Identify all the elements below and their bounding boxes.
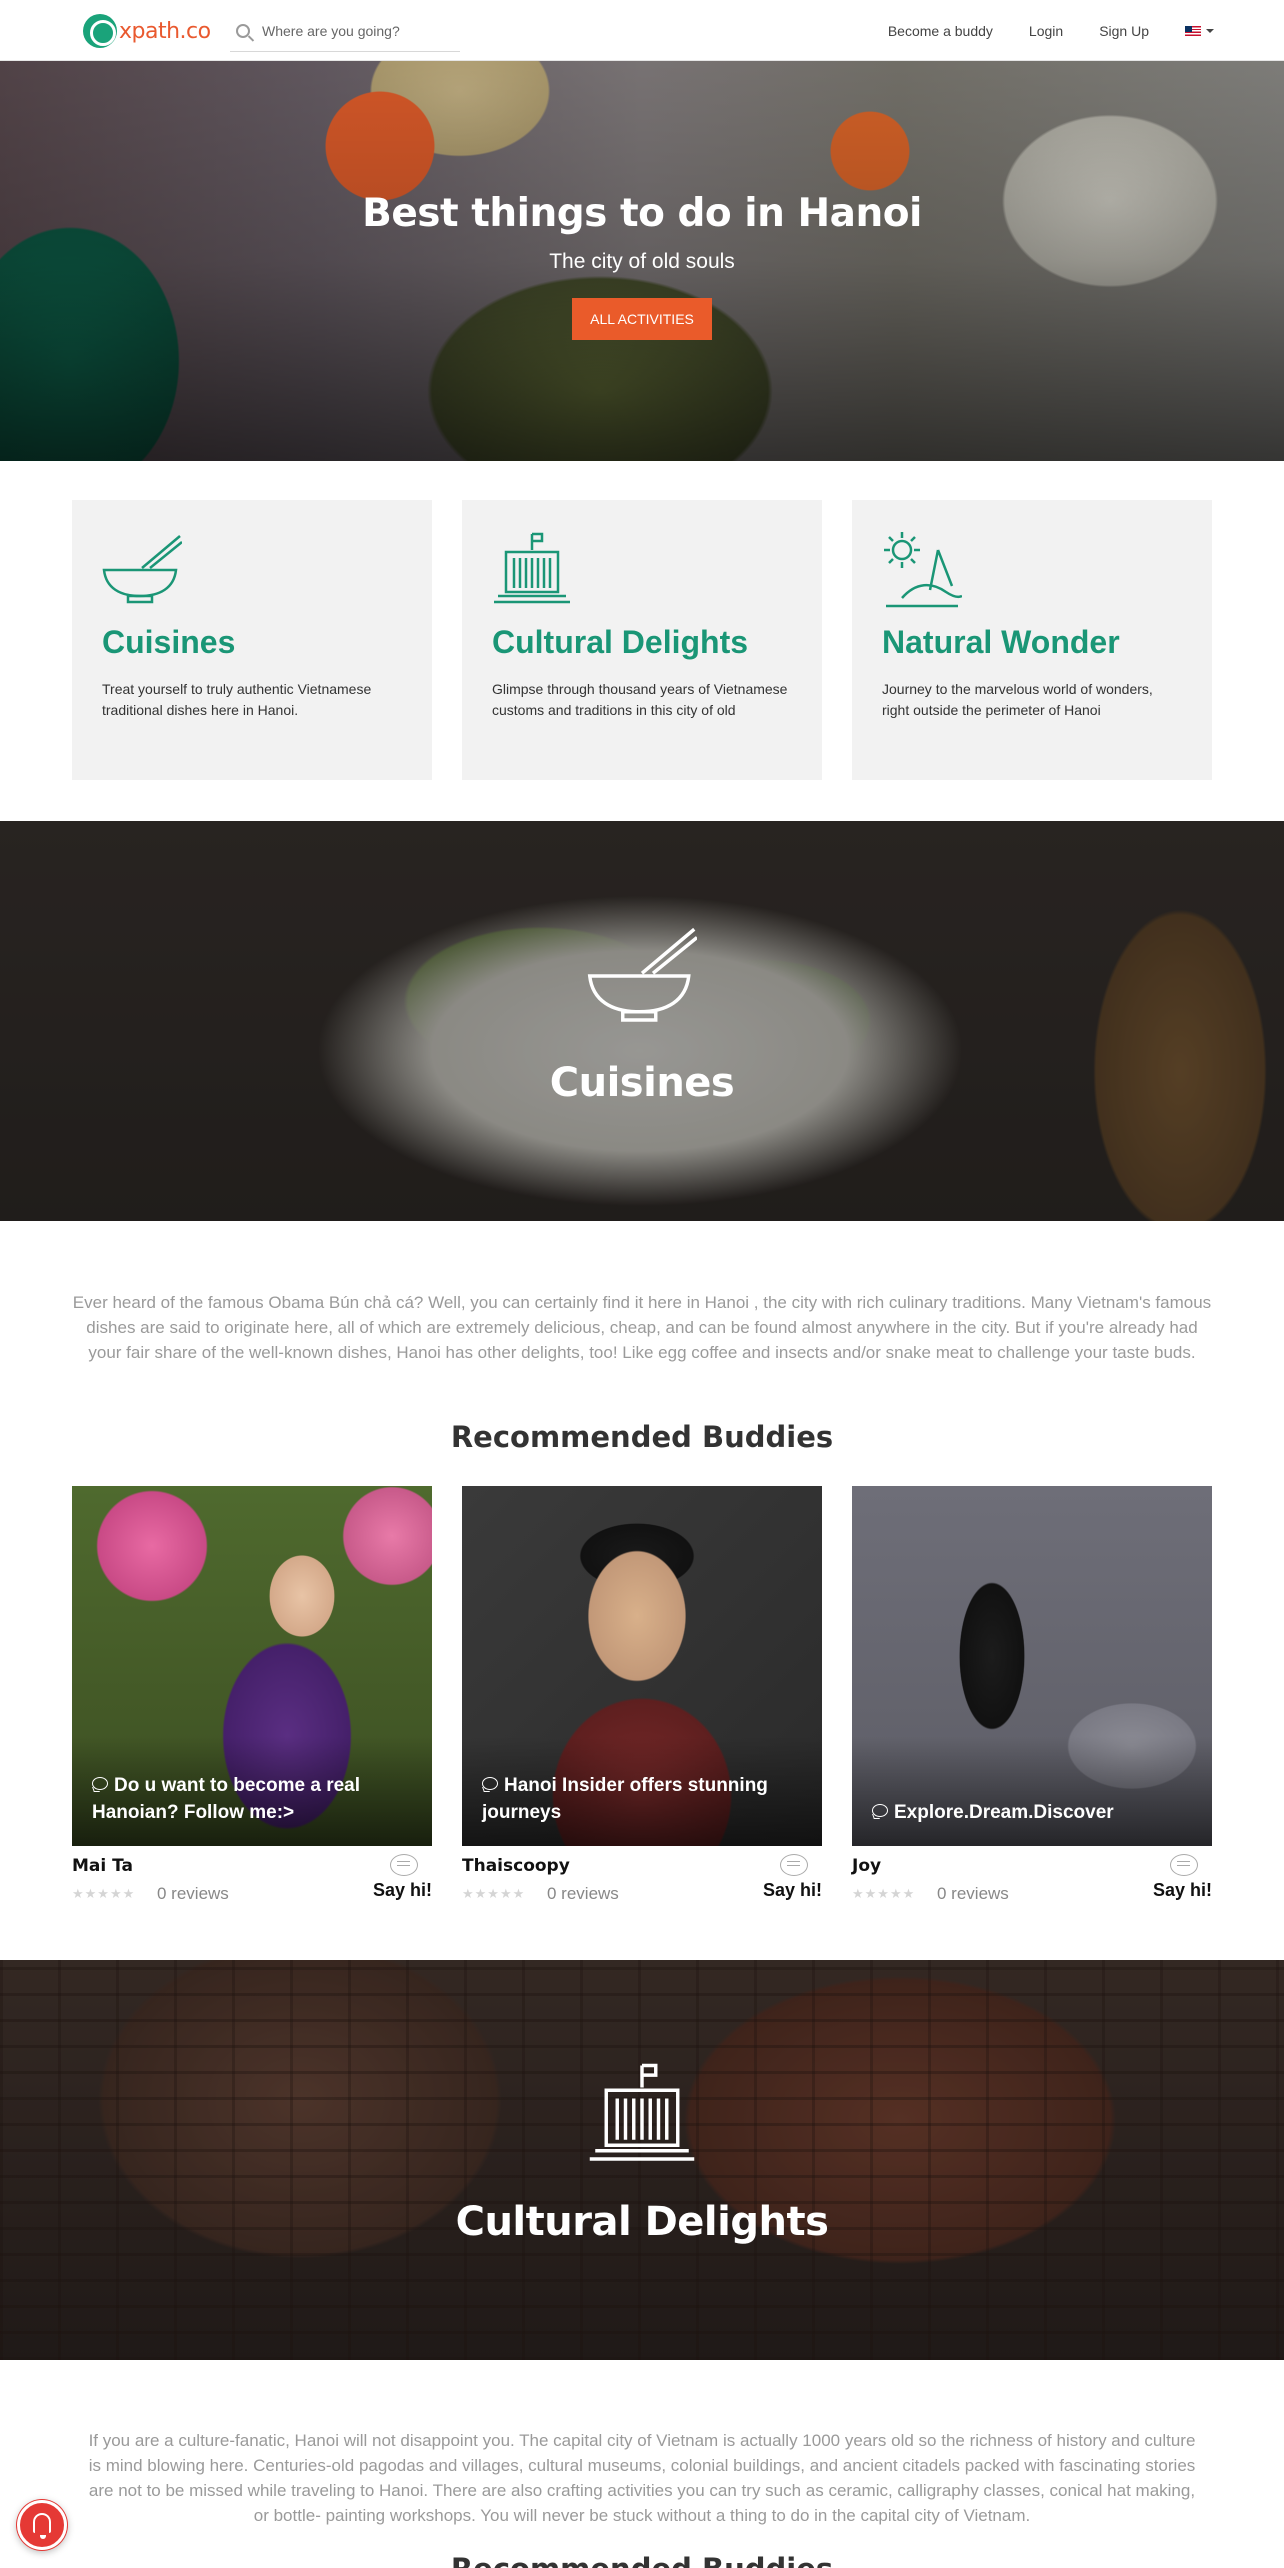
login-link[interactable]: Login bbox=[1029, 23, 1063, 39]
cultural-intro: If you are a culture-fanatic, Hanoi will… bbox=[88, 2431, 1196, 2525]
buddy-tagline: Hanoi Insider offers stunning journeys bbox=[482, 1775, 768, 1823]
us-flag-icon bbox=[1185, 25, 1201, 36]
hero-content: Best things to do in Hanoi The city of o… bbox=[0, 191, 1284, 340]
category-card-cultural[interactable]: Cultural Delights Glimpse through thousa… bbox=[462, 500, 822, 780]
cuisines-intro: Ever heard of the famous Obama Bún chả c… bbox=[72, 1293, 1212, 1362]
review-count: 0 reviews bbox=[937, 1884, 1009, 1903]
buddy-meta: Thaiscoopy ★★★★★ 0 reviews Say hi! bbox=[462, 1854, 822, 1916]
logo-pin-icon bbox=[83, 14, 117, 48]
search-box bbox=[230, 10, 460, 52]
category-card-natural[interactable]: Natural Wonder Journey to the marvelous … bbox=[852, 500, 1212, 780]
star-rating: ★★★★★ bbox=[72, 1886, 136, 1901]
top-navbar: xpath.co Become a buddy Login Sign Up bbox=[0, 0, 1284, 61]
message-icon[interactable] bbox=[780, 1854, 808, 1876]
buddy-list: Do u want to become a real Hanoian? Foll… bbox=[72, 1486, 1212, 1916]
category-description: Journey to the marvelous world of wonder… bbox=[882, 681, 1153, 718]
notification-button[interactable] bbox=[17, 2500, 67, 2550]
banner-title: Cuisines bbox=[549, 1060, 735, 1106]
category-cards: Cuisines Treat yourself to truly authent… bbox=[72, 500, 1212, 780]
message-icon[interactable] bbox=[1170, 1854, 1198, 1876]
star-rating: ★★★★★ bbox=[462, 1886, 526, 1901]
logo[interactable]: xpath.co bbox=[83, 14, 211, 48]
search-icon bbox=[236, 23, 250, 38]
message-icon[interactable] bbox=[390, 1854, 418, 1876]
buddy-name[interactable]: Joy bbox=[852, 1856, 881, 1876]
say-hi-button[interactable]: Say hi! bbox=[1153, 1880, 1212, 1901]
say-hi-button[interactable]: Say hi! bbox=[373, 1880, 432, 1901]
hero-banner: Best things to do in Hanoi The city of o… bbox=[0, 61, 1284, 461]
buddy-name[interactable]: Thaiscoopy bbox=[462, 1856, 570, 1876]
buddy-tagline: Explore.Dream.Discover bbox=[872, 1799, 1196, 1826]
buddy-meta: Joy ★★★★★ 0 reviews Say hi! bbox=[852, 1854, 1212, 1916]
review-count: 0 reviews bbox=[157, 1884, 229, 1903]
recommended-buddies-heading: Recommended Buddies bbox=[0, 2552, 1284, 2568]
language-selector[interactable] bbox=[1185, 25, 1214, 36]
recommended-buddies-heading: Recommended Buddies bbox=[450, 1420, 834, 1454]
temple-icon bbox=[494, 532, 570, 604]
buddy-card[interactable]: Explore.Dream.Discover Joy ★★★★★ 0 revie… bbox=[852, 1486, 1212, 1916]
say-hi-button[interactable]: Say hi! bbox=[763, 1880, 822, 1901]
star-rating: ★★★★★ bbox=[852, 1886, 916, 1901]
banner-content: Cuisines bbox=[0, 921, 1284, 1106]
banner-title: Cultural Delights bbox=[455, 2199, 829, 2245]
search-input[interactable] bbox=[262, 22, 452, 39]
category-description: Treat yourself to truly authentic Vietna… bbox=[102, 681, 372, 718]
hero-subtitle: The city of old souls bbox=[549, 250, 735, 273]
temple-icon bbox=[589, 2063, 695, 2161]
category-title: Cuisines bbox=[102, 624, 236, 660]
buddy-photo[interactable]: Explore.Dream.Discover bbox=[852, 1486, 1212, 1846]
buddy-photo[interactable]: Do u want to become a real Hanoian? Foll… bbox=[72, 1486, 432, 1846]
logo-text: xpath.co bbox=[119, 18, 211, 44]
buddy-tagline: Do u want to become a real Hanoian? Foll… bbox=[92, 1775, 360, 1823]
cuisines-banner: Cuisines bbox=[0, 821, 1284, 1221]
chat-bubble-icon bbox=[482, 1777, 498, 1790]
chat-bubble-icon bbox=[92, 1777, 108, 1790]
buddy-meta: Mai Ta ★★★★★ 0 reviews Say hi! bbox=[72, 1854, 432, 1916]
category-title: Natural Wonder bbox=[882, 624, 1120, 660]
cultural-delights-banner: Cultural Delights bbox=[0, 1960, 1284, 2360]
category-description: Glimpse through thousand years of Vietna… bbox=[492, 681, 788, 718]
nav-links: Become a buddy Login Sign Up bbox=[852, 0, 1214, 61]
become-buddy-link[interactable]: Become a buddy bbox=[888, 23, 993, 39]
category-title: Cultural Delights bbox=[492, 624, 749, 660]
caret-down-icon bbox=[1206, 28, 1214, 33]
signup-link[interactable]: Sign Up bbox=[1099, 23, 1149, 39]
banner-content: Cultural Delights bbox=[0, 2060, 1284, 2245]
all-activities-button[interactable]: ALL ACTIVITIES bbox=[572, 298, 712, 340]
bell-icon bbox=[33, 2513, 51, 2539]
buddy-card[interactable]: Do u want to become a real Hanoian? Foll… bbox=[72, 1486, 432, 1916]
bowl-chopsticks-icon bbox=[102, 535, 182, 604]
hero-title: Best things to do in Hanoi bbox=[362, 191, 922, 236]
review-count: 0 reviews bbox=[547, 1884, 619, 1903]
buddy-name[interactable]: Mai Ta bbox=[72, 1856, 133, 1876]
buddy-photo[interactable]: Hanoi Insider offers stunning journeys bbox=[462, 1486, 822, 1846]
chat-bubble-icon bbox=[872, 1804, 888, 1817]
bowl-chopsticks-icon bbox=[587, 927, 697, 1022]
sun-island-icon bbox=[884, 532, 962, 608]
category-card-cuisines[interactable]: Cuisines Treat yourself to truly authent… bbox=[72, 500, 432, 780]
buddy-card[interactable]: Hanoi Insider offers stunning journeys T… bbox=[462, 1486, 822, 1916]
